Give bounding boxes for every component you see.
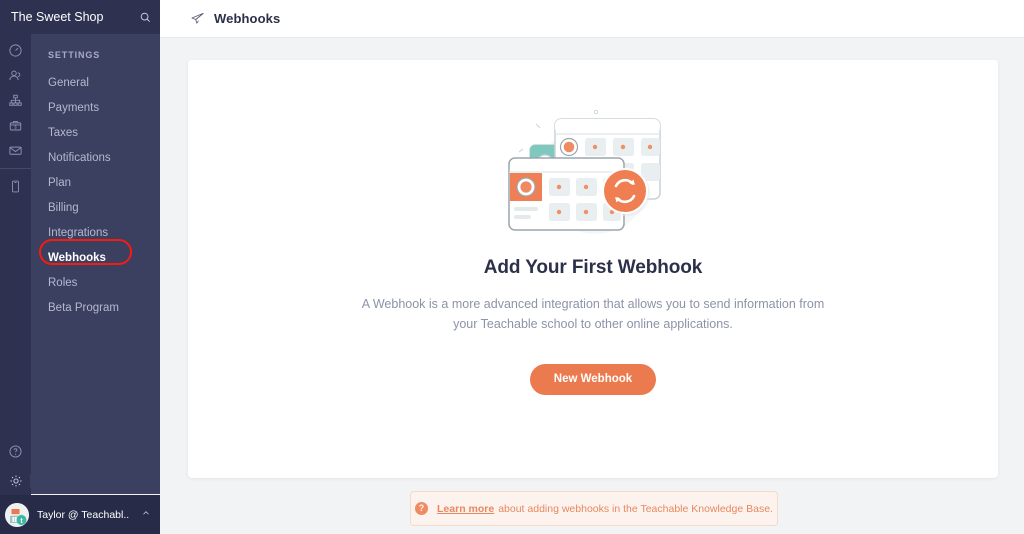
rail-divider [0, 168, 31, 169]
mobile-device-icon[interactable] [0, 174, 31, 199]
question-mark-circle-icon: ? [415, 502, 429, 515]
sidebar-item-beta-program[interactable]: Beta Program [31, 296, 160, 321]
main-content: Add Your First Webhook A Webhook is a mo… [160, 38, 1024, 534]
banner-text: about adding webhooks in the Teachable K… [498, 502, 773, 515]
brand-header: The Sweet Shop [0, 0, 160, 34]
user-account-bar[interactable]: t Taylor @ Teachabl.. [0, 495, 160, 534]
learn-more-link[interactable]: Learn more [437, 503, 494, 515]
settings-gear-icon[interactable] [0, 466, 31, 495]
page-topbar: Webhooks [160, 0, 1024, 38]
app-root: $ SETTINGS General Payments Taxes Notifi… [0, 0, 1024, 534]
search-icon[interactable] [130, 0, 160, 34]
sidebar-item-roles[interactable]: Roles [31, 271, 160, 296]
page-title: Webhooks [214, 11, 281, 26]
empty-state-card: Add Your First Webhook A Webhook is a mo… [188, 60, 998, 478]
sidebar-item-taxes[interactable]: Taxes [31, 121, 160, 146]
paper-plane-icon [190, 11, 205, 26]
school-name: The Sweet Shop [11, 10, 104, 24]
sidebar-item-integrations[interactable]: Integrations [31, 221, 160, 246]
user-name-label: Taylor @ Teachabl.. [37, 508, 130, 521]
rail-icon-list: $ [0, 38, 31, 199]
email-envelope-icon[interactable] [0, 138, 31, 163]
webhook-sync-cards-illustration [483, 100, 703, 235]
sidebar-item-webhooks[interactable]: Webhooks [31, 246, 160, 271]
sidebar-item-billing[interactable]: Billing [31, 196, 160, 221]
sidebar-item-plan[interactable]: Plan [31, 171, 160, 196]
submenu-item-list: General Payments Taxes Notifications Pla… [31, 71, 160, 321]
site-structure-icon[interactable] [0, 88, 31, 113]
empty-state-description: A Webhook is a more advanced integration… [361, 297, 825, 331]
sidebar-item-general[interactable]: General [31, 71, 160, 96]
knowledge-base-banner: ? Learn more about adding webhooks in th… [410, 491, 778, 526]
empty-state-headline: Add Your First Webhook [483, 257, 703, 278]
chevron-up-icon[interactable] [132, 508, 160, 521]
submenu-section-title: SETTINGS [48, 50, 101, 60]
rail-bottom-icons [0, 437, 31, 495]
settings-submenu-panel: SETTINGS General Payments Taxes Notifica… [31, 34, 160, 494]
dashboard-gauge-icon[interactable] [0, 38, 31, 63]
new-webhook-button[interactable]: New Webhook [529, 364, 657, 395]
sidebar-item-notifications[interactable]: Notifications [31, 146, 160, 171]
sales-box-icon[interactable]: $ [0, 113, 31, 138]
icon-rail: $ [0, 0, 31, 534]
students-users-icon[interactable] [0, 63, 31, 88]
help-question-icon[interactable] [0, 437, 31, 466]
sidebar-item-payments[interactable]: Payments [31, 96, 160, 121]
avatar: t [5, 502, 29, 527]
